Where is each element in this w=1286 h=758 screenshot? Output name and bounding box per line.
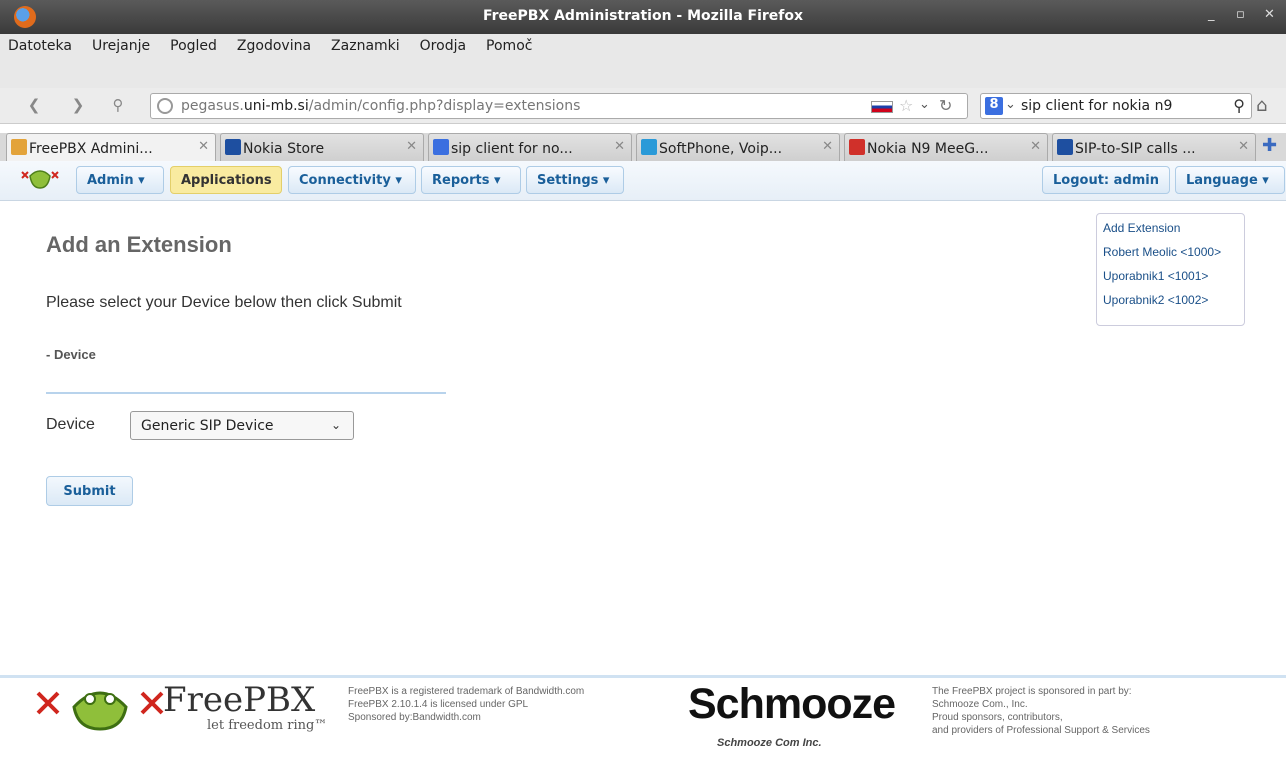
menu-orodja[interactable]: Orodja <box>410 34 476 58</box>
home-icon[interactable]: ⌂ <box>1256 95 1267 116</box>
schmooze-subtitle: Schmooze Com Inc. <box>717 737 822 749</box>
sip-favicon-icon <box>1057 139 1073 155</box>
trademark-text: FreePBX is a registered trademark of Ban… <box>348 686 585 723</box>
bookmark-tool-icon[interactable]: ⚲ <box>106 96 130 118</box>
tab-close-icon[interactable]: ✕ <box>406 139 417 154</box>
google-favicon-icon <box>433 139 449 155</box>
back-icon[interactable]: ❮ <box>22 96 46 118</box>
admin-menu-button[interactable]: Admin ▾ <box>76 166 164 194</box>
tab-bar: FreePBX Admini... ✕ Nokia Store ✕ sip cl… <box>0 133 1286 161</box>
window-title: FreePBX Administration - Mozilla Firefox <box>482 8 804 24</box>
tab-sip-to-sip[interactable]: SIP-to-SIP calls ... ✕ <box>1052 133 1256 161</box>
device-select-value: Generic SIP Device <box>141 418 274 434</box>
search-input[interactable]: sip client for nokia n9 <box>1021 98 1172 114</box>
search-icon[interactable]: ⚲ <box>1233 96 1245 115</box>
menu-pogled[interactable]: Pogled <box>160 34 227 58</box>
menu-datoteka[interactable]: Datoteka <box>8 34 82 58</box>
footer-divider <box>0 675 1286 678</box>
tab-close-icon[interactable]: ✕ <box>198 139 209 154</box>
navigation-toolbar: ❮ ❯ ⚲ pegasus.uni-mb.si/admin/config.php… <box>0 88 1286 124</box>
schmooze-logo[interactable]: Schmooze <box>688 680 896 729</box>
freepbx-favicon-icon <box>11 139 27 155</box>
device-label: Device <box>46 416 95 433</box>
settings-menu-button[interactable]: Settings ▾ <box>526 166 624 194</box>
tab-google-search[interactable]: sip client for no... ✕ <box>428 133 632 161</box>
menu-zaznamki[interactable]: Zaznamki <box>321 34 410 58</box>
freepbx-frog-icon[interactable] <box>20 166 60 192</box>
softphone-favicon-icon <box>641 139 657 155</box>
menu-pomoc[interactable]: Pomoč <box>476 34 542 58</box>
section-divider <box>46 392 446 394</box>
tab-nokia-n9[interactable]: Nokia N9 MeeG... ✕ <box>844 133 1048 161</box>
menu-urejanje[interactable]: Urejanje <box>82 34 160 58</box>
menubar: Datoteka Urejanje Pogled Zgodovina Zazna… <box>0 34 1286 88</box>
logout-button[interactable]: Logout: admin <box>1042 166 1170 194</box>
minimize-button[interactable]: _ <box>1208 7 1215 22</box>
freepbx-logo-frog-icon[interactable] <box>34 683 164 733</box>
extension-link-1000[interactable]: Robert Meolic <1000> <box>1103 245 1238 269</box>
bookmark-star-icon[interactable]: ☆ <box>899 96 913 115</box>
section-heading: - Device <box>46 347 96 362</box>
submit-button[interactable]: Submit <box>46 476 133 506</box>
google-icon[interactable]: 8 <box>985 97 1003 115</box>
reports-menu-button[interactable]: Reports ▾ <box>421 166 521 194</box>
tab-close-icon[interactable]: ✕ <box>614 139 625 154</box>
menu-list: Datoteka Urejanje Pogled Zgodovina Zazna… <box>8 34 542 58</box>
applications-menu-button[interactable]: Applications <box>170 166 282 194</box>
page-title: Add an Extension <box>46 232 232 257</box>
slovenia-flag-icon <box>871 101 893 113</box>
forward-icon[interactable]: ❯ <box>66 96 90 118</box>
chevron-down-icon: ⌄ <box>330 418 341 432</box>
search-engine-dropdown-icon[interactable]: ⌄ <box>1005 97 1016 112</box>
reload-icon[interactable]: ↻ <box>939 96 952 115</box>
url-dropdown-icon[interactable]: ⌄ <box>919 97 930 112</box>
close-window-button[interactable]: ✕ <box>1264 7 1275 22</box>
maximize-button[interactable]: ▫ <box>1236 7 1245 22</box>
window-titlebar: FreePBX Administration - Mozilla Firefox… <box>0 0 1286 34</box>
tab-nokia-store[interactable]: Nokia Store ✕ <box>220 133 424 161</box>
freepbx-nav: Admin ▾ Applications Connectivity ▾ Repo… <box>0 161 1286 201</box>
menu-zgodovina[interactable]: Zgodovina <box>227 34 321 58</box>
url-text[interactable]: pegasus.uni-mb.si/admin/config.php?displ… <box>181 98 580 114</box>
tab-close-icon[interactable]: ✕ <box>1238 139 1249 154</box>
sponsor-text: The FreePBX project is sponsored in part… <box>932 686 1150 736</box>
tab-softphone[interactable]: SoftPhone, Voip... ✕ <box>636 133 840 161</box>
extension-link-1002[interactable]: Uporabnik2 <1002> <box>1103 293 1238 317</box>
globe-icon <box>157 98 173 114</box>
n9-favicon-icon <box>849 139 865 155</box>
new-tab-icon[interactable]: ✚ <box>1262 135 1277 156</box>
add-extension-link[interactable]: Add Extension <box>1103 221 1238 245</box>
connectivity-menu-button[interactable]: Connectivity ▾ <box>288 166 416 194</box>
language-menu-button[interactable]: Language ▾ <box>1175 166 1285 194</box>
search-bar[interactable]: 8 ⌄ sip client for nokia n9 ⚲ <box>980 93 1252 119</box>
tab-close-icon[interactable]: ✕ <box>822 139 833 154</box>
nokia-favicon-icon <box>225 139 241 155</box>
extension-link-1001[interactable]: Uporabnik1 <1001> <box>1103 269 1238 293</box>
freepbx-brand: FreePBX <box>163 680 316 720</box>
intro-text: Please select your Device below then cli… <box>46 294 402 311</box>
extension-list: Add Extension Robert Meolic <1000> Upora… <box>1096 213 1245 326</box>
tab-close-icon[interactable]: ✕ <box>1030 139 1041 154</box>
device-select[interactable]: Generic SIP Device ⌄ <box>130 411 354 440</box>
tab-freepbx[interactable]: FreePBX Admini... ✕ <box>6 133 216 161</box>
freepbx-slogan: let freedom ring™ <box>207 718 328 733</box>
url-bar[interactable]: pegasus.uni-mb.si/admin/config.php?displ… <box>150 93 968 119</box>
